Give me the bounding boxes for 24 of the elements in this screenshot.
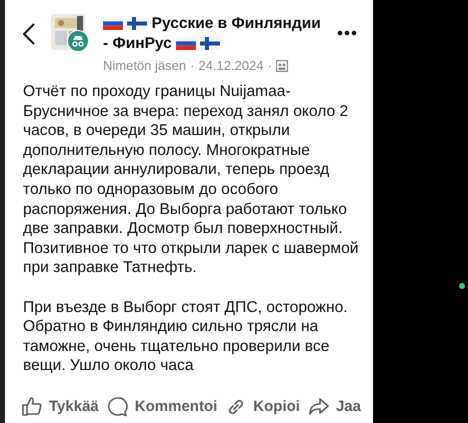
share-button[interactable]: Jaa — [308, 396, 361, 418]
separator: · — [190, 57, 194, 75]
finland-flag-icon — [127, 17, 148, 30]
incognito-badge-icon — [67, 30, 89, 52]
share-icon — [308, 396, 330, 418]
comment-button[interactable]: Kommentoi — [106, 396, 218, 418]
like-icon — [21, 396, 43, 418]
like-button[interactable]: Tykkää — [21, 396, 99, 418]
author-name[interactable]: Nimetön jäsen — [103, 56, 186, 76]
finland-flag-icon — [200, 37, 220, 50]
separator: · — [268, 57, 272, 75]
group-title[interactable]: Русские в Финляндии — [152, 15, 321, 32]
russia-flag-icon — [103, 17, 123, 30]
comment-icon — [106, 396, 129, 418]
back-button[interactable] — [23, 22, 35, 46]
indicator-dot — [459, 283, 465, 289]
post-paragraph: Отчёт по проходу границы Nuijamaa-Брусничное за вчера: переход занял около 2 часов, в очереди 35 машин, открыли дополнительную полосу. Многократные декларации аннулировали, теперь проезд только по одноразовым до особого распоряжения. До Выборга работают только две заправки. Досмотр был поверхностный. Позитивное то что открыли ларек с шавермой при заправке Татнефть. — [23, 82, 360, 278]
group-icon — [276, 60, 288, 72]
copy-button[interactable]: Kopioi — [225, 396, 300, 418]
post-date[interactable]: 24.12.2024 — [198, 56, 264, 76]
group-title[interactable]: - ФинРус — [103, 35, 172, 52]
post-paragraph: При въезде в Выборг стоят ДПС, осторожно. Обратно в Финляндию сильно трясли на таможне, очень тщательно проверили все вещи. Ушло около часа — [23, 298, 349, 376]
more-options-icon[interactable] — [337, 30, 357, 36]
russia-flag-icon — [176, 37, 196, 50]
